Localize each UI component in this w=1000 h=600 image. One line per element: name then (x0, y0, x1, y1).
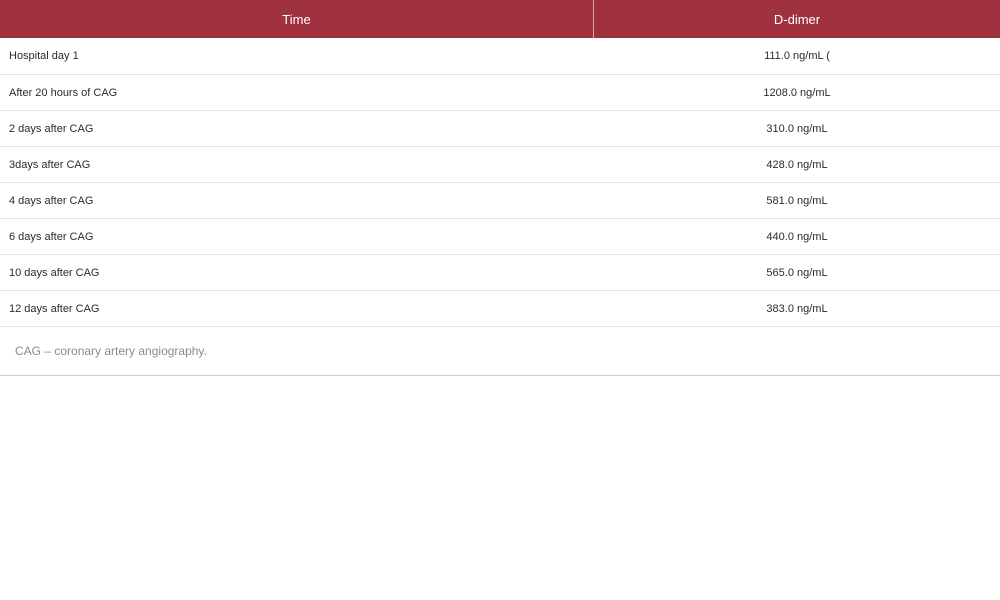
table-row: After 20 hours of CAG 1208.0 ng/mL (0, 75, 1000, 111)
table-row: 6 days after CAG 440.0 ng/mL (0, 219, 1000, 255)
table-row: 12 days after CAG 383.0 ng/mL (0, 291, 1000, 327)
table-row: 2 days after CAG 310.0 ng/mL (0, 111, 1000, 147)
table-row: 3days after CAG 428.0 ng/mL (0, 147, 1000, 183)
cell-time: After 20 hours of CAG (9, 86, 118, 99)
column-header-ddimer: D-dimer (773, 11, 821, 27)
cell-ddimer: 310.0 ng/mL (766, 122, 828, 135)
table-row: 4 days after CAG 581.0 ng/mL (0, 183, 1000, 219)
cell-ddimer: 565.0 ng/mL (766, 266, 828, 279)
column-header-time: Time (0, 0, 594, 38)
cell-time: 10 days after CAG (9, 266, 100, 279)
cell-time: 3days after CAG (9, 158, 91, 171)
cell-time: 6 days after CAG (9, 230, 94, 243)
cell-ddimer: 581.0 ng/mL (766, 194, 828, 207)
cell-ddimer: 111.0 ng/mL ( (764, 50, 830, 62)
cell-time: 2 days after CAG (9, 122, 94, 135)
table-header-row: Time D-dimer (0, 0, 1000, 38)
table-body: Hospital day 1 111.0 ng/mL ( After 20 ho… (0, 38, 1000, 327)
cell-time: 12 days after CAG (9, 302, 100, 315)
cell-ddimer: 428.0 ng/mL (766, 158, 828, 171)
cell-time: 4 days after CAG (9, 194, 94, 207)
cell-ddimer: 383.0 ng/mL (766, 302, 828, 315)
table-footnote: CAG – coronary artery angiography. (0, 327, 1000, 376)
ddimer-table: Time D-dimer Hospital day 1 111.0 ng/mL … (0, 0, 1000, 376)
cell-ddimer: 440.0 ng/mL (766, 230, 828, 243)
table-row: 10 days after CAG 565.0 ng/mL (0, 255, 1000, 291)
table-row: Hospital day 1 111.0 ng/mL ( (0, 38, 1000, 75)
cell-ddimer: 1208.0 ng/mL (763, 86, 831, 99)
cell-time: Hospital day 1 (9, 50, 79, 62)
